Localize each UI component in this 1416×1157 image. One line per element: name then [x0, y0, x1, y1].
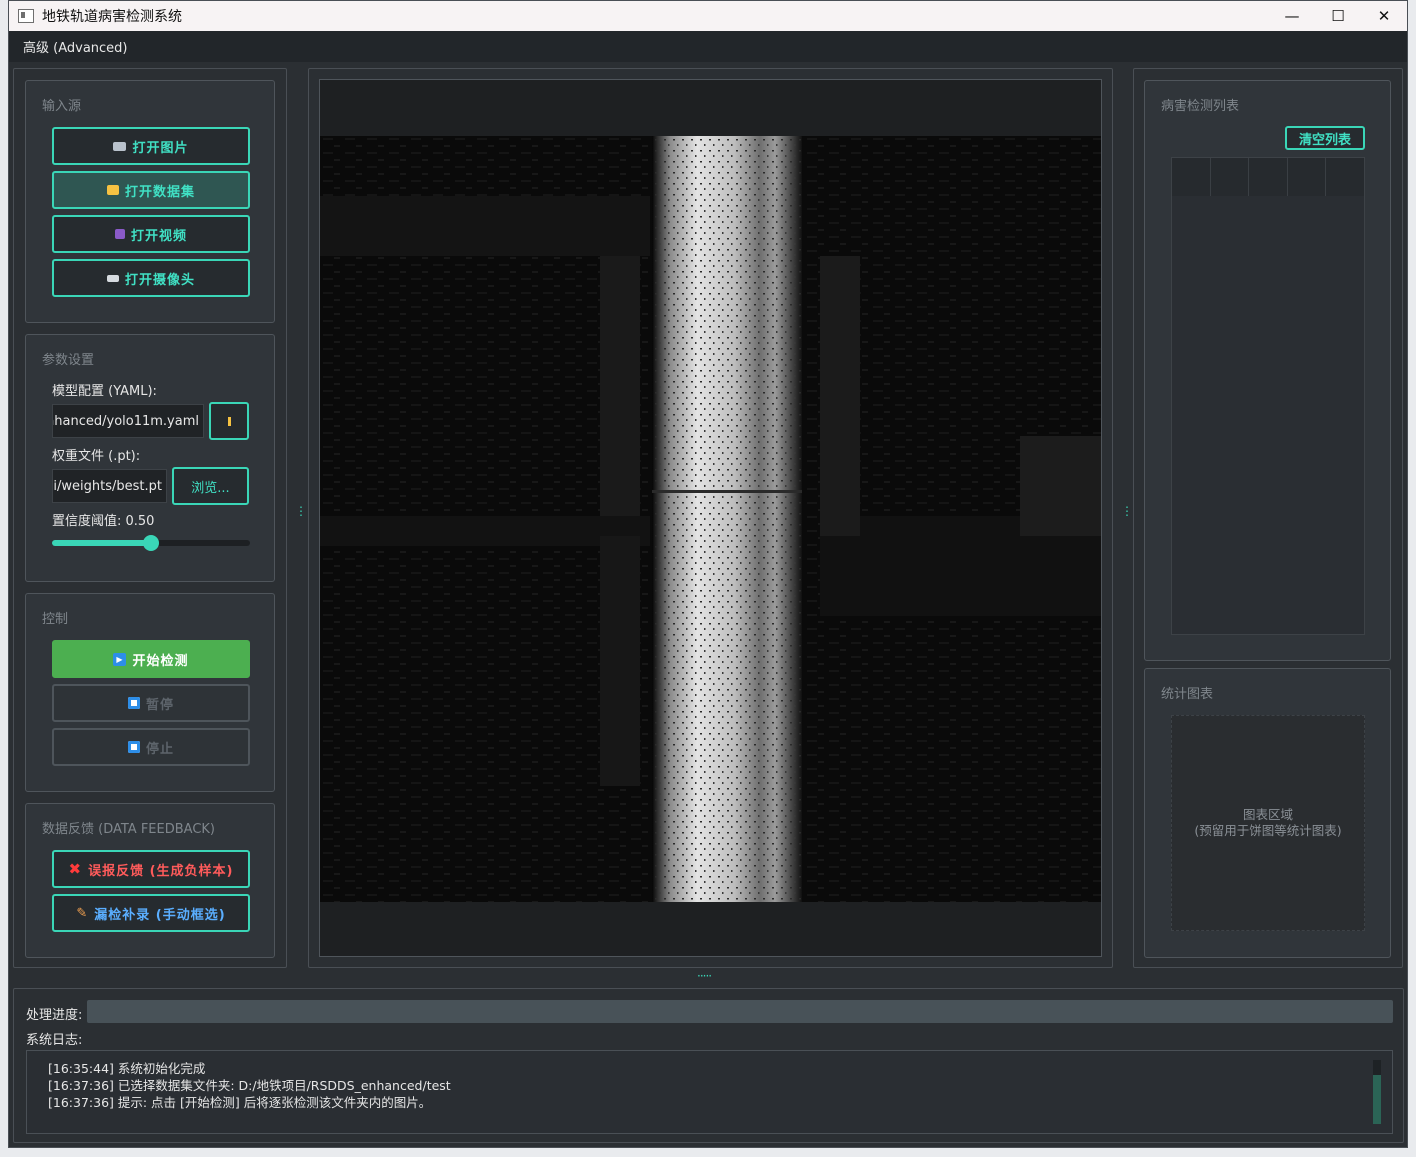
open-camera-button[interactable]: 打开摄像头 [52, 259, 250, 297]
folder-icon [227, 416, 231, 426]
log-line: [16:37:36] 已选择数据集文件夹: D:/地铁项目/RSDDS_enha… [48, 1078, 451, 1093]
weights-field[interactable]: i/weights/best.pt [52, 469, 167, 503]
stop-button[interactable]: 停止 [52, 728, 250, 766]
confidence-label: 置信度阈值: 0.50 [52, 514, 155, 529]
menu-advanced[interactable]: 高级 (Advanced) [23, 37, 128, 56]
camera-icon [113, 141, 127, 151]
play-icon: ▶ [113, 652, 127, 666]
model-browse-button[interactable] [209, 402, 249, 440]
open-dataset-button[interactable]: 打开数据集 [52, 171, 250, 209]
confidence-slider[interactable] [52, 535, 250, 551]
start-label: 开始检测 [132, 653, 189, 669]
control-group: 控制 ▶ 开始检测 暂停 停止 [25, 593, 275, 792]
menu-bar: 高级 (Advanced) [9, 31, 1407, 62]
rail-image [320, 136, 1101, 902]
progress-bar [87, 1000, 1393, 1023]
detection-table [1171, 157, 1365, 635]
log-label: 系统日志: [26, 1033, 83, 1048]
log-line: [16:37:36] 提示: 点击 [开始检测] 后将逐张检测该文件夹内的图片。 [48, 1095, 432, 1110]
feedback-title: 数据反馈 (DATA FEEDBACK) [42, 822, 215, 837]
folder-icon [106, 185, 119, 195]
control-title: 控制 [42, 612, 69, 627]
progress-label: 处理进度: [26, 1008, 83, 1023]
detection-table-header [1172, 158, 1364, 196]
false-alarm-button[interactable]: ✖ 误报反馈 (生成负样本) [52, 850, 250, 888]
stats-group: 统计图表 图表区域 (预留用于饼图等统计图表) [1144, 668, 1391, 958]
open-dataset-label: 打开数据集 [124, 184, 195, 200]
app-window: 地铁轨道病害检测系统 — ☐ ✕ 高级 (Advanced) 输入源 打开图片 … [8, 0, 1408, 1148]
left-panel: 输入源 打开图片 打开数据集 打开视频 打开摄像头 参数设置 模型配置 (YAM… [13, 68, 287, 968]
log-scrollbar[interactable] [1373, 1060, 1381, 1124]
clear-list-button[interactable]: 清空列表 [1285, 126, 1365, 150]
stats-title: 统计图表 [1161, 687, 1214, 702]
pause-button[interactable]: 暂停 [52, 684, 250, 722]
open-image-button[interactable]: 打开图片 [52, 127, 250, 165]
params-title: 参数设置 [42, 353, 95, 368]
confidence-slider-fill [52, 540, 151, 546]
log-panel: [16:35:44] 系统初始化完成 [16:37:36] 已选择数据集文件夹: … [26, 1050, 1393, 1134]
image-viewer [319, 79, 1102, 957]
params-group: 参数设置 模型配置 (YAML): nhanced/yolo11m.yaml 权… [25, 334, 275, 582]
table-header-cell[interactable] [1249, 158, 1288, 196]
chart-placeholder: 图表区域 (预留用于饼图等统计图表) [1171, 715, 1365, 931]
table-header-cell[interactable] [1172, 158, 1211, 196]
stop-label: 停止 [145, 741, 174, 757]
pencil-icon: ✎ [76, 905, 89, 921]
feedback-group: 数据反馈 (DATA FEEDBACK) ✖ 误报反馈 (生成负样本) ✎ 漏检… [25, 803, 275, 958]
weights-label: 权重文件 (.pt): [52, 449, 141, 464]
close-button[interactable]: ✕ [1361, 1, 1407, 31]
webcam-icon [106, 274, 119, 282]
model-config-field[interactable]: nhanced/yolo11m.yaml [52, 404, 204, 438]
pause-icon [127, 697, 140, 709]
right-panel: 病害检测列表 清空列表 统计图表 图表区域 (预留用于饼图等统计图表) [1133, 68, 1403, 968]
detection-list-title: 病害检测列表 [1161, 99, 1240, 114]
missed-label: 漏检补录 (手动框选) [94, 907, 226, 923]
table-header-cell[interactable] [1211, 158, 1250, 196]
log-scrollbar-thumb[interactable] [1373, 1075, 1381, 1124]
log-line: [16:35:44] 系统初始化完成 [48, 1061, 206, 1076]
left-splitter-handle[interactable]: ⋮ [295, 505, 307, 517]
app-icon [18, 9, 34, 23]
open-video-label: 打开视频 [130, 228, 187, 244]
bottom-panel: 处理进度: 系统日志: [16:35:44] 系统初始化完成 [16:37:36]… [13, 988, 1404, 1143]
minimize-button[interactable]: — [1269, 1, 1315, 31]
open-video-button[interactable]: 打开视频 [52, 215, 250, 253]
table-header-cell[interactable] [1326, 158, 1364, 196]
chart-placeholder-line2: (预留用于饼图等统计图表) [1194, 823, 1342, 838]
model-config-label: 模型配置 (YAML): [52, 384, 157, 399]
confidence-slider-handle[interactable] [143, 535, 159, 551]
bottom-splitter-handle[interactable]: ····· [697, 970, 712, 982]
title-bar: 地铁轨道病害检测系统 — ☐ ✕ [9, 1, 1407, 31]
stop-icon [127, 741, 140, 753]
false-alarm-label: 误报反馈 (生成负样本) [88, 863, 234, 879]
table-header-cell[interactable] [1288, 158, 1327, 196]
input-source-group: 输入源 打开图片 打开数据集 打开视频 打开摄像头 [25, 80, 275, 323]
weights-browse-button[interactable]: 浏览... [172, 467, 249, 505]
open-camera-label: 打开摄像头 [124, 272, 195, 288]
cross-icon: ✖ [68, 860, 83, 878]
start-detection-button[interactable]: ▶ 开始检测 [52, 640, 250, 678]
pause-label: 暂停 [145, 697, 174, 713]
maximize-button[interactable]: ☐ [1315, 1, 1361, 31]
detection-list-group: 病害检测列表 清空列表 [1144, 80, 1391, 661]
log-lines: [16:35:44] 系统初始化完成 [16:37:36] 已选择数据集文件夹: … [48, 1060, 1392, 1111]
window-title: 地铁轨道病害检测系统 [42, 9, 182, 25]
open-image-label: 打开图片 [132, 140, 189, 156]
input-source-title: 输入源 [42, 99, 82, 114]
right-splitter-handle[interactable]: ⋮ [1121, 505, 1133, 517]
clapper-icon [114, 229, 125, 239]
chart-placeholder-line1: 图表区域 [1242, 807, 1293, 822]
missed-detection-button[interactable]: ✎ 漏检补录 (手动框选) [52, 894, 250, 932]
center-panel [308, 68, 1113, 968]
